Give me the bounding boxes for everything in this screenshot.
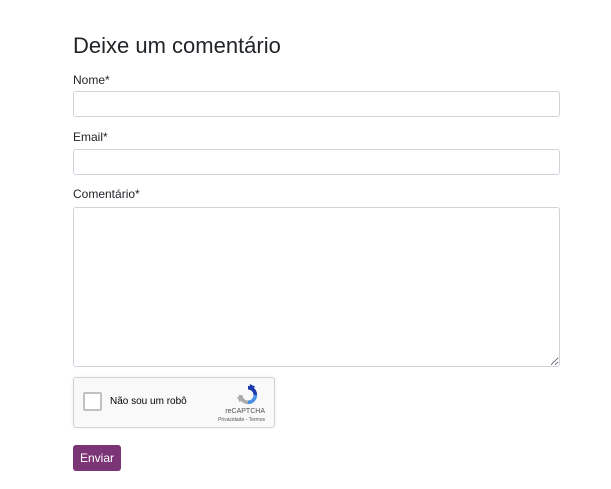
recaptcha-privacy-link[interactable]: Privacidade: [218, 417, 244, 423]
comment-field[interactable]: [73, 207, 560, 367]
recaptcha-widget: Não sou um robô reCAPTCHA Privacidade - …: [73, 377, 275, 428]
recaptcha-logo-icon: [237, 384, 258, 405]
name-field[interactable]: [73, 91, 560, 117]
recaptcha-checkbox[interactable]: [83, 392, 102, 411]
recaptcha-links: Privacidade - Termos: [218, 417, 265, 423]
comment-label: Comentário*: [73, 187, 140, 201]
recaptcha-brand: reCAPTCHA: [225, 408, 265, 415]
email-field[interactable]: [73, 149, 560, 175]
email-label: Email*: [73, 130, 108, 144]
recaptcha-terms-link[interactable]: Termos: [249, 417, 265, 423]
name-label: Nome*: [73, 73, 110, 87]
submit-button[interactable]: Enviar: [73, 445, 121, 471]
page-title: Deixe um comentário: [73, 33, 281, 58]
recaptcha-label: Não sou um robô: [110, 396, 187, 407]
